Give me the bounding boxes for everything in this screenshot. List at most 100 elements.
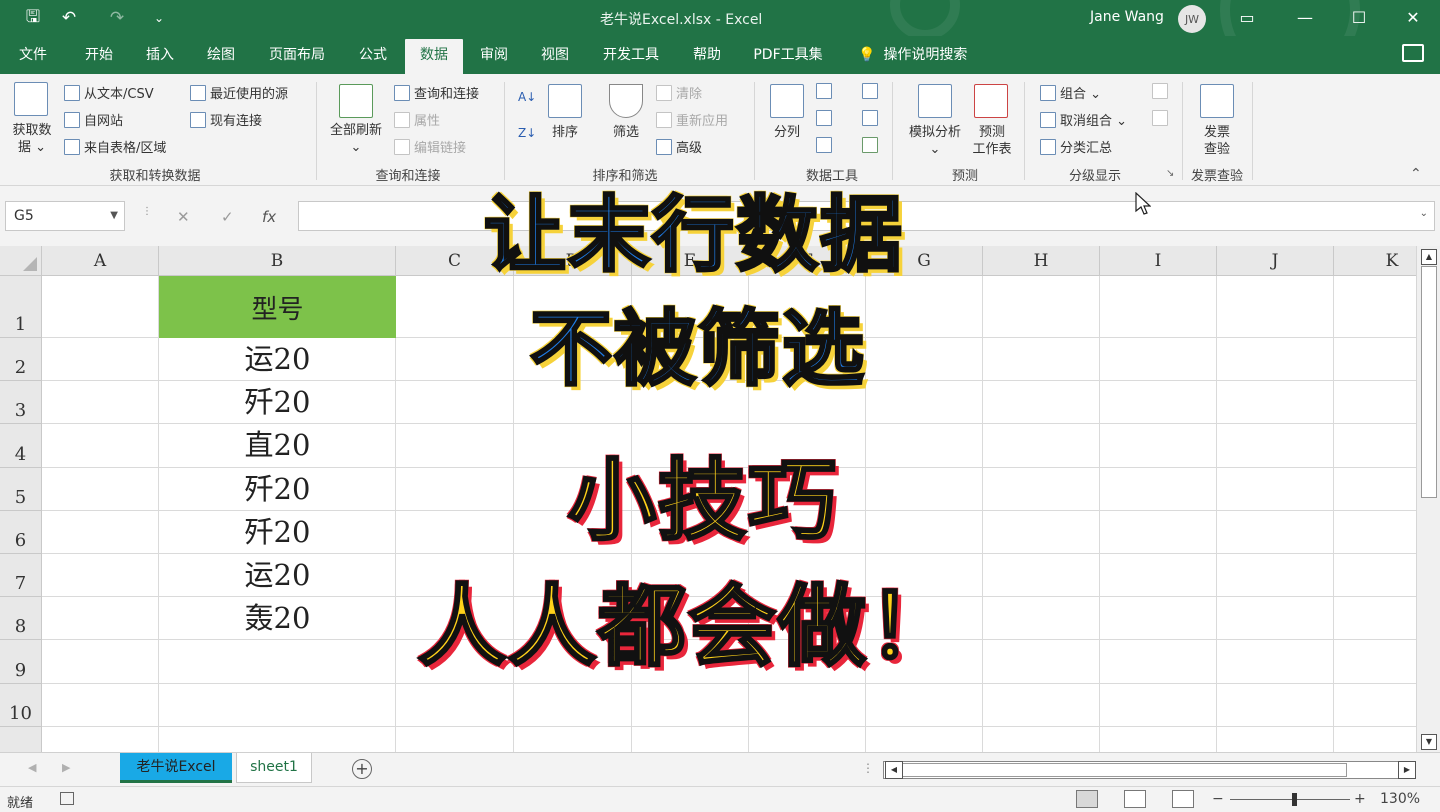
tab-formulas[interactable]: 公式	[350, 36, 396, 74]
data-model-icon[interactable]	[862, 137, 878, 153]
clear-filter-button[interactable]: 清除	[656, 83, 702, 102]
zoom-slider-thumb[interactable]	[1292, 793, 1297, 806]
add-sheet-icon[interactable]: +	[352, 759, 372, 779]
tab-page-layout[interactable]: 页面布局	[260, 36, 334, 74]
ungroup-button[interactable]: 取消组合 ⌄	[1040, 110, 1127, 129]
cell-b7[interactable]: 运20	[159, 554, 396, 597]
tab-split-handle-icon[interactable]: ⋮	[862, 761, 874, 775]
select-all-corner[interactable]	[0, 246, 42, 276]
maximize-icon[interactable]: ☐	[1334, 2, 1384, 32]
consolidate-icon[interactable]	[862, 83, 878, 99]
properties-button[interactable]: 属性	[394, 110, 440, 129]
avatar[interactable]: JW	[1178, 5, 1206, 33]
from-text-csv-button[interactable]: 从文本/CSV	[64, 83, 154, 102]
sheet-tab-laoniu[interactable]: 老牛说Excel	[120, 753, 232, 783]
cell-b3[interactable]: 歼20	[159, 381, 396, 424]
group-rows-button[interactable]: 组合 ⌄	[1040, 83, 1101, 102]
get-data-button[interactable]: 获取数 据 ⌄	[6, 122, 58, 156]
tell-me-search[interactable]: 💡 操作说明搜索	[858, 36, 967, 74]
tab-draw[interactable]: 绘图	[198, 36, 244, 74]
chevron-down-icon[interactable]: ▼	[110, 202, 118, 230]
row-header-2[interactable]: 2	[0, 338, 42, 381]
row-header-10[interactable]: 10	[0, 684, 42, 727]
from-table-button[interactable]: 来自表格/区域	[64, 137, 166, 156]
refresh-all-button[interactable]: 全部刷新 ⌄	[324, 122, 388, 156]
existing-connections-button[interactable]: 现有连接	[190, 110, 262, 129]
remove-duplicates-icon[interactable]	[816, 110, 832, 126]
row-header-6[interactable]: 6	[0, 511, 42, 554]
name-box[interactable]: G5 ▼	[5, 201, 125, 231]
row-header-11[interactable]	[0, 727, 42, 752]
zoom-slider[interactable]	[1230, 799, 1350, 800]
comments-icon[interactable]	[1402, 44, 1424, 62]
row-header-3[interactable]: 3	[0, 381, 42, 424]
advanced-filter-button[interactable]: 高级	[656, 137, 702, 156]
sort-descending-icon[interactable]: Z↓	[518, 126, 536, 140]
column-header-k[interactable]: K	[1334, 246, 1416, 276]
horizontal-scroll-thumb[interactable]	[902, 763, 1347, 777]
scroll-down-icon[interactable]: ▼	[1421, 734, 1437, 750]
cell-b1-header[interactable]: 型号	[159, 276, 396, 338]
page-break-view-icon[interactable]	[1172, 790, 1194, 808]
scroll-up-icon[interactable]: ▲	[1421, 249, 1437, 265]
tab-insert[interactable]: 插入	[137, 36, 183, 74]
tab-help[interactable]: 帮助	[684, 36, 730, 74]
prev-sheet-icon[interactable]: ◀	[28, 761, 36, 774]
zoom-level[interactable]: 130%	[1380, 791, 1420, 807]
sort-button[interactable]: 排序	[544, 124, 586, 141]
recent-sources-button[interactable]: 最近使用的源	[190, 83, 288, 102]
data-validation-icon[interactable]	[816, 137, 832, 153]
sort-ascending-icon[interactable]: A↓	[518, 90, 536, 104]
tab-file[interactable]: 文件	[10, 36, 56, 74]
customize-qat-icon[interactable]: ⌄	[148, 6, 170, 30]
row-header-9[interactable]: 9	[0, 640, 42, 684]
vertical-scrollbar[interactable]: ▲ ▼	[1416, 246, 1440, 752]
tab-pdf-tools[interactable]: PDF工具集	[746, 36, 830, 74]
cell-b8[interactable]: 轰20	[159, 597, 396, 640]
user-name[interactable]: Jane Wang	[1090, 9, 1164, 25]
column-header-i[interactable]: I	[1100, 246, 1217, 276]
tab-view[interactable]: 视图	[532, 36, 578, 74]
column-header-j[interactable]: J	[1217, 246, 1334, 276]
row-header-8[interactable]: 8	[0, 597, 42, 640]
tab-review[interactable]: 审阅	[471, 36, 517, 74]
column-header-h[interactable]: H	[983, 246, 1100, 276]
row-header-7[interactable]: 7	[0, 554, 42, 597]
cell-b2[interactable]: 运20	[159, 338, 396, 381]
row-header-5[interactable]: 5	[0, 468, 42, 511]
row-header-4[interactable]: 4	[0, 424, 42, 468]
subtotal-button[interactable]: 分类汇总	[1040, 137, 1112, 156]
column-header-b[interactable]: B	[159, 246, 396, 276]
tab-developer[interactable]: 开发工具	[594, 36, 668, 74]
undo-icon[interactable]: ↶	[56, 6, 82, 30]
forecast-sheet-button[interactable]: 预测 工作表	[968, 124, 1016, 158]
ribbon-display-options-icon[interactable]: ▭	[1222, 2, 1272, 32]
queries-connections-button[interactable]: 查询和连接	[394, 83, 479, 102]
save-icon[interactable]: 🖫	[20, 6, 46, 30]
insert-function-icon[interactable]: fx	[262, 208, 276, 226]
hide-detail-icon[interactable]	[1152, 110, 1168, 126]
enter-icon[interactable]: ✓	[221, 208, 234, 226]
reapply-button[interactable]: 重新应用	[656, 110, 728, 129]
show-detail-icon[interactable]	[1152, 83, 1168, 99]
zoom-out-icon[interactable]: −	[1212, 791, 1224, 807]
expand-formula-icon[interactable]: ⌄	[1420, 208, 1428, 219]
horizontal-scrollbar[interactable]	[883, 761, 1416, 779]
cell-b4[interactable]: 直20	[159, 424, 396, 467]
collapse-ribbon-icon[interactable]: ⌃	[1410, 166, 1422, 182]
normal-view-icon[interactable]	[1076, 790, 1098, 808]
edit-links-button[interactable]: 编辑链接	[394, 137, 466, 156]
cell-b5[interactable]: 歼20	[159, 468, 396, 511]
sheet-tab-sheet1[interactable]: sheet1	[236, 753, 312, 783]
what-if-analysis-button[interactable]: 模拟分析 ⌄	[902, 124, 968, 158]
relationships-icon[interactable]	[862, 110, 878, 126]
tab-home[interactable]: 开始	[76, 36, 122, 74]
flash-fill-icon[interactable]	[816, 83, 832, 99]
text-to-columns-button[interactable]: 分列	[766, 124, 808, 141]
row-header-1[interactable]: 1	[0, 276, 42, 338]
scroll-left-icon[interactable]: ◀	[885, 761, 903, 779]
zoom-in-icon[interactable]: +	[1354, 791, 1366, 807]
close-icon[interactable]: ✕	[1388, 2, 1438, 32]
scroll-right-icon[interactable]: ▶	[1398, 761, 1416, 779]
filter-button[interactable]: 筛选	[604, 124, 648, 141]
